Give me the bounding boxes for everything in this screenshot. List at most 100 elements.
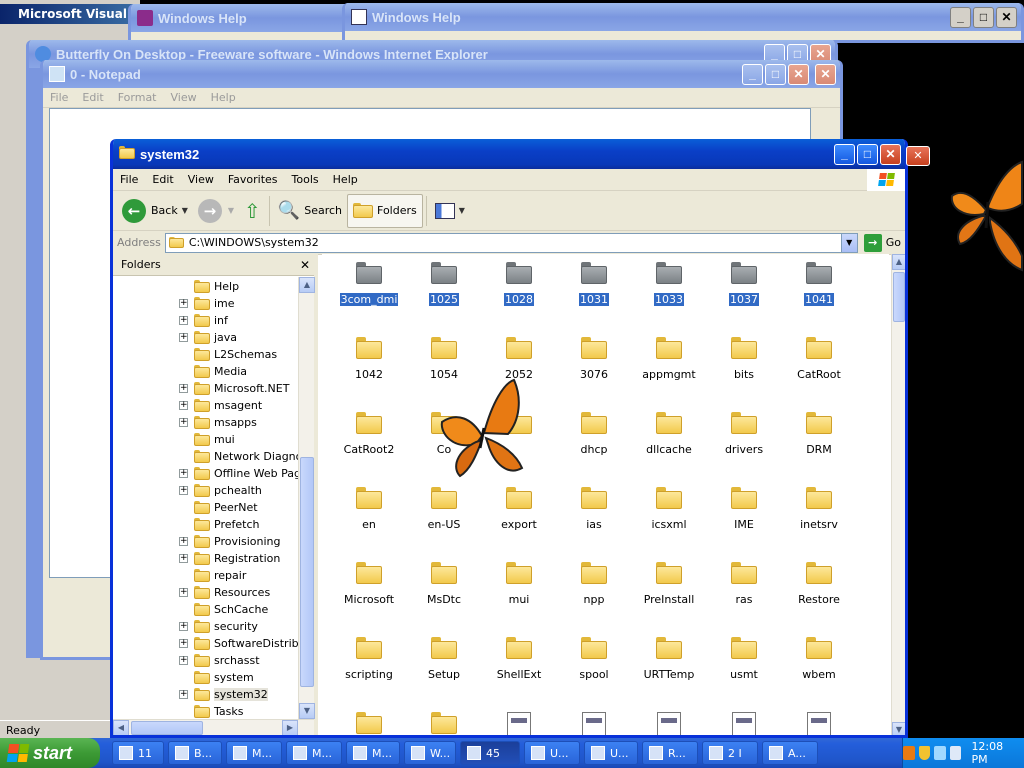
folder-item[interactable]: Microsoft — [332, 562, 406, 606]
maximize-button[interactable]: □ — [857, 143, 878, 165]
minimize-button[interactable]: _ — [950, 6, 971, 28]
notepad-titlebar[interactable]: 0 - Notepad _ □ ✕ ✕ — [43, 60, 840, 88]
tree-item[interactable]: + system32 — [179, 686, 268, 703]
tree-item[interactable]: Tasks — [179, 703, 243, 718]
expand-icon[interactable]: + — [179, 537, 188, 546]
close-button[interactable]: ✕ — [996, 6, 1017, 28]
folder-item[interactable]: 1031 — [557, 262, 631, 306]
go-button[interactable]: → Go — [863, 233, 901, 252]
folder-item[interactable]: dhcp — [557, 412, 631, 456]
folder-item[interactable]: 1041 — [782, 262, 856, 306]
scroll-down-icon[interactable]: ▼ — [892, 722, 905, 735]
notepad-menu-format[interactable]: Format — [111, 91, 164, 104]
maximize-button[interactable]: □ — [765, 63, 786, 85]
back-button[interactable]: ← Back ▼ — [117, 194, 193, 228]
folder-item[interactable]: export — [482, 487, 556, 531]
folder-item[interactable]: CatRoot2 — [332, 412, 406, 456]
search-button[interactable]: 🔍 Search — [273, 194, 347, 228]
tree-item[interactable]: Prefetch — [179, 516, 259, 533]
explorer-titlebar[interactable]: system32 _ □ ✕ — [113, 139, 905, 169]
taskbar-button[interactable]: A... — [762, 741, 818, 765]
clock[interactable]: 12:08 PM — [971, 740, 1014, 766]
close-pane-icon[interactable]: ✕ — [296, 258, 314, 272]
views-button[interactable]: ▼ — [430, 194, 470, 228]
address-dropdown-icon[interactable]: ▼ — [840, 233, 857, 252]
menu-tools[interactable]: Tools — [285, 173, 326, 186]
notepad-menu-view[interactable]: View — [164, 91, 204, 104]
folder-item[interactable]: Setup — [407, 637, 481, 681]
expand-icon[interactable]: + — [179, 299, 188, 308]
tree-item[interactable]: L2Schemas — [179, 346, 277, 363]
hscroll-thumb[interactable] — [131, 721, 203, 735]
help-window-back[interactable]: Windows Help — [128, 4, 360, 44]
tree-item[interactable]: + pchealth — [179, 482, 262, 499]
close-button[interactable]: ✕ — [788, 63, 809, 85]
butterfly-tray-icon[interactable] — [903, 746, 915, 760]
menu-edit[interactable]: Edit — [145, 173, 180, 186]
scroll-left-icon[interactable]: ◀ — [113, 720, 129, 735]
expand-icon[interactable]: + — [179, 401, 188, 410]
file-item[interactable] — [782, 712, 856, 735]
expand-icon[interactable]: + — [179, 384, 188, 393]
folder-item[interactable]: en-US — [407, 487, 481, 531]
expand-icon[interactable]: + — [179, 639, 188, 648]
notepad-menu-help[interactable]: Help — [204, 91, 243, 104]
folder-item[interactable]: PreInstall — [632, 562, 706, 606]
folder-item[interactable]: 3076 — [557, 337, 631, 381]
taskbar-button[interactable]: 11 — [112, 741, 164, 765]
network-tray-icon[interactable] — [934, 746, 946, 760]
folder-tree-scrollbar[interactable]: ▲ ▼ — [298, 277, 315, 719]
file-item[interactable] — [707, 712, 781, 735]
folder-item[interactable]: MsDtc — [407, 562, 481, 606]
expand-icon[interactable]: + — [179, 316, 188, 325]
forward-dropdown-icon[interactable]: ▼ — [228, 206, 234, 215]
file-item[interactable] — [557, 712, 631, 735]
tree-item[interactable]: + srchasst — [179, 652, 260, 669]
notepad-menu-edit[interactable]: Edit — [75, 91, 110, 104]
scroll-thumb[interactable] — [893, 272, 905, 322]
taskbar-button[interactable]: 2 I — [702, 741, 758, 765]
help-window-titlebar[interactable]: Windows Help _ □ ✕ — [345, 3, 1021, 31]
minimize-button[interactable]: _ — [742, 63, 763, 85]
folder-item[interactable]: en — [332, 487, 406, 531]
tree-item[interactable]: + security — [179, 618, 258, 635]
folder-item[interactable]: 2052 — [482, 337, 556, 381]
taskbar-button[interactable]: U... — [584, 741, 638, 765]
folder-item[interactable]: bits — [707, 337, 781, 381]
expand-icon[interactable]: + — [179, 554, 188, 563]
folder-item[interactable]: scripting — [332, 637, 406, 681]
folder-item[interactable]: icsxml — [632, 487, 706, 531]
menu-view[interactable]: View — [181, 173, 221, 186]
expand-icon[interactable]: + — [179, 656, 188, 665]
folder-item[interactable]: usmt — [707, 637, 781, 681]
file-view-scrollbar[interactable]: ▲ ▼ — [891, 254, 905, 735]
file-item[interactable] — [482, 712, 556, 735]
folder-item[interactable]: 1042 — [332, 337, 406, 381]
butterfly-icon[interactable] — [432, 378, 532, 484]
menu-favorites[interactable]: Favorites — [221, 173, 285, 186]
expand-icon[interactable]: + — [179, 333, 188, 342]
scroll-up-icon[interactable]: ▲ — [892, 254, 905, 270]
folder-item[interactable]: dllcache — [632, 412, 706, 456]
tree-item[interactable]: + msagent — [179, 397, 262, 414]
folder-item[interactable]: 1025 — [407, 262, 481, 306]
folder-item[interactable]: wbem — [782, 637, 856, 681]
folder-item[interactable]: drivers — [707, 412, 781, 456]
ie-close-button[interactable]: ✕ — [815, 63, 836, 85]
expand-icon[interactable]: + — [179, 588, 188, 597]
taskbar-button[interactable]: B... — [168, 741, 222, 765]
tree-item[interactable]: + Microsoft.NET — [179, 380, 289, 397]
tree-item[interactable]: + Offline Web Page — [179, 465, 299, 482]
folder-item[interactable]: 1028 — [482, 262, 556, 306]
folder-item[interactable]: ias — [557, 487, 631, 531]
visual-studio-titlebar[interactable]: Microsoft Visual C — [0, 4, 140, 24]
folder-item[interactable] — [407, 712, 481, 735]
folder-item[interactable]: ShellExt — [482, 637, 556, 681]
tree-item[interactable]: + inf — [179, 312, 228, 329]
scroll-up-icon[interactable]: ▲ — [299, 277, 315, 293]
folders-button[interactable]: Folders — [347, 193, 423, 228]
close-button[interactable]: ✕ — [880, 143, 901, 165]
taskbar-button[interactable]: M... — [226, 741, 282, 765]
shield-tray-icon[interactable] — [918, 746, 931, 760]
taskbar-button[interactable]: 45 — [460, 741, 520, 765]
